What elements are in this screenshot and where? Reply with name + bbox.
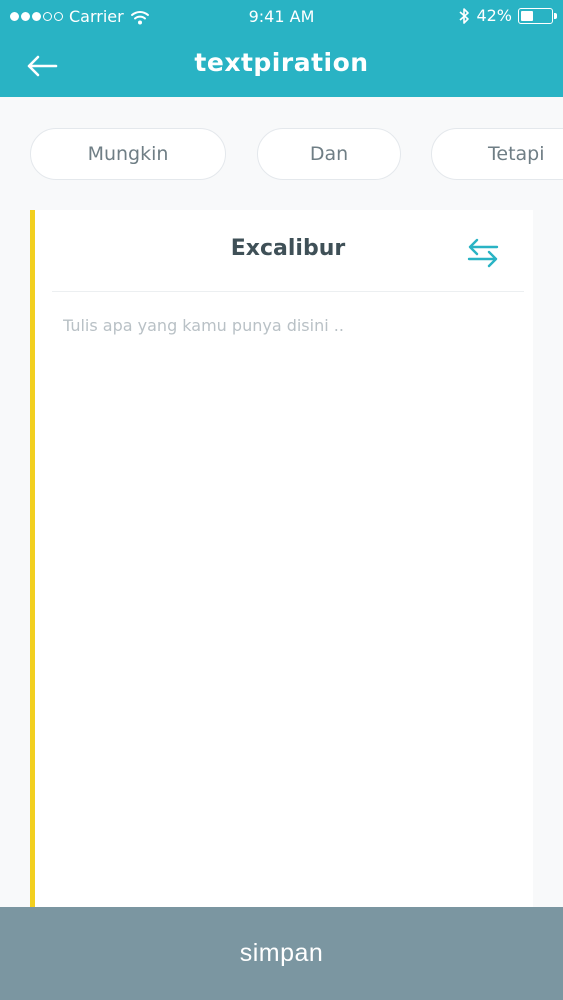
bluetooth-icon bbox=[459, 7, 470, 24]
battery-level bbox=[521, 10, 534, 21]
chip-mungkin[interactable]: Mungkin bbox=[30, 128, 226, 180]
save-button[interactable]: simpan bbox=[0, 907, 563, 1000]
screen: Carrier 9:41 AM 42% textpiration Mungkin… bbox=[0, 0, 563, 1000]
card-header: Excalibur bbox=[52, 210, 524, 292]
swap-arrows-icon bbox=[467, 238, 499, 268]
chip-tetapi[interactable]: Tetapi bbox=[431, 128, 563, 180]
status-bar: Carrier 9:41 AM 42% bbox=[0, 0, 563, 34]
status-right: 42% bbox=[458, 6, 557, 25]
page-title: textpiration bbox=[194, 48, 369, 77]
swap-button[interactable] bbox=[467, 238, 499, 268]
note-input[interactable] bbox=[63, 316, 513, 876]
nav-bar: textpiration bbox=[0, 34, 563, 97]
writing-card: Excalibur bbox=[30, 210, 533, 910]
card-title: Excalibur bbox=[230, 236, 346, 261]
battery-icon bbox=[518, 7, 557, 24]
battery-percent: 42% bbox=[476, 6, 512, 25]
chip-dan[interactable]: Dan bbox=[257, 128, 401, 180]
app-header: Carrier 9:41 AM 42% textpiration bbox=[0, 0, 563, 97]
conjunction-chips: Mungkin Dan Tetapi bbox=[0, 128, 563, 180]
